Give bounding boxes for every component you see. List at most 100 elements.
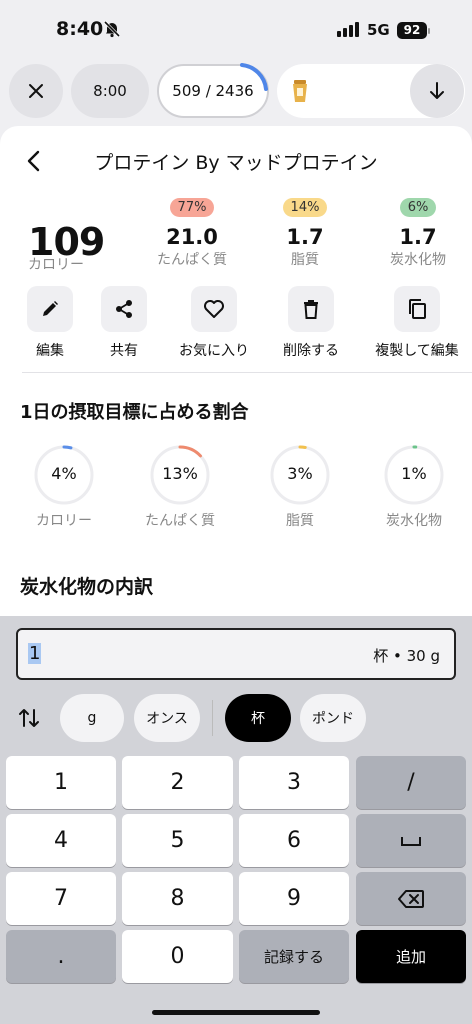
action-label: 複製して編集 [375,343,459,359]
pencil-icon [43,301,58,316]
macro-percent-badge: 14% [282,198,328,217]
key-4[interactable]: 4 [6,814,116,867]
favorite-button[interactable]: お気に入り [164,286,264,360]
macro-value: 1.7 [286,225,324,249]
food-detail-sheet: プロテイン By マッドプロテイン 109 カロリー 77% 21.0 たんぱく… [0,126,472,616]
battery-cap [428,28,430,34]
unit-label: g [87,710,97,726]
food-title: プロテイン By マッドプロテイン [94,152,378,174]
quantity-value: 1 [28,643,42,664]
key-3[interactable]: 3 [239,756,349,809]
heart-icon [204,300,224,318]
close-icon [29,84,43,98]
backspace-icon [398,889,424,908]
unit-label: オンス [146,711,188,727]
key-8[interactable]: 8 [122,872,233,925]
macro-summary: 109 カロリー 77% 21.0 たんぱく質 14% 1.7 脂質 6% 1.… [0,196,472,276]
unit-label: ポンド [312,711,354,727]
macro-carbs: 6% 1.7 炭水化物 [363,196,472,269]
delete-icon-box [288,286,334,332]
network-label: 5G [367,21,390,39]
bell-muted-icon [103,20,121,38]
swap-sort-icon[interactable] [18,706,40,730]
key-space[interactable] [356,814,466,867]
key-slash[interactable]: / [356,756,466,809]
action-label: 削除する [283,343,339,359]
key-1[interactable]: 1 [6,756,116,809]
edit-icon-box [27,286,73,332]
ring-label: たんぱく質 [145,513,215,529]
ring-label: カロリー [36,513,92,529]
meal-time-label: 8:00 [93,82,127,100]
share-icon-box [101,286,147,332]
macro-percent-badge: 77% [169,198,215,217]
quantity-keyboard-panel: 1 杯 • 30 g g オンス 杯 ポンド 1 2 3 / 4 5 6 7 8… [0,616,472,1024]
status-time: 8:40 [56,18,104,40]
goal-ring-item: 1% 炭水化物 [354,444,472,530]
macro-protein: 77% 21.0 たんぱく質 [137,196,247,269]
sheet-header: プロテイン By マッドプロテイン [0,146,472,176]
share-button[interactable]: 共有 [74,286,174,360]
meal-time-button[interactable]: 8:00 [71,64,149,118]
unit-label: 杯 [251,711,265,727]
quantity-input[interactable]: 1 杯 • 30 g [16,628,456,680]
unit-cup-button[interactable]: 杯 [225,694,291,742]
battery-icon: 92 [397,22,427,39]
status-bar: 8:40 5G 92 [0,0,472,62]
ring-percent: 13% [162,464,198,483]
carb-breakdown-title: 炭水化物の内訳 [20,576,154,598]
key-2[interactable]: 2 [122,756,233,809]
goal-ring-item: 13% たんぱく質 [120,444,240,530]
top-bar: 8:00 509 / 2436 [0,63,472,120]
signal-icon [337,22,359,37]
goal-ring-item: 4% カロリー [4,444,124,530]
collapse-button[interactable] [410,64,464,118]
macro-fat: 14% 1.7 脂質 [250,196,360,269]
unit-separator [212,700,213,736]
ring-label: 炭水化物 [386,513,442,529]
unit-selector: g オンス 杯 ポンド [0,694,472,742]
unit-ounce-button[interactable]: オンス [134,694,200,742]
close-button[interactable] [9,64,63,118]
action-row: 編集 共有 お気に入り 削除する 複製して編集 [0,286,472,361]
calorie-label: カロリー [28,257,84,273]
log-button[interactable]: 記録する [239,930,349,983]
key-backspace[interactable] [356,872,466,925]
duplicate-icon-box [394,286,440,332]
ring-percent: 1% [401,464,427,483]
key-0[interactable]: 0 [122,930,233,983]
arrow-down-icon [430,82,444,99]
key-decimal[interactable]: . [6,930,116,983]
key-7[interactable]: 7 [6,872,116,925]
copy-icon [409,299,426,319]
key-9[interactable]: 9 [239,872,349,925]
daily-goal-rings: 4% カロリー 13% たんぱく質 3% 脂質 1% 炭水化物 [0,444,472,534]
add-button[interactable]: 追加 [356,930,466,983]
ring-label: 脂質 [286,513,314,529]
key-6[interactable]: 6 [239,814,349,867]
space-icon [401,836,421,846]
macro-label: 脂質 [291,252,319,268]
favorite-icon-box [191,286,237,332]
macro-label: 炭水化物 [390,252,446,268]
goal-ring-item: 3% 脂質 [240,444,360,530]
trash-icon [304,300,318,319]
macro-percent-badge: 6% [399,198,437,217]
section-divider [22,372,472,373]
unit-pound-button[interactable]: ポンド [300,694,366,742]
unit-gram-button[interactable]: g [60,694,124,742]
delete-button[interactable]: 削除する [261,286,361,360]
ring-percent: 3% [287,464,313,483]
calorie-progress-arc [240,63,268,91]
share-icon [116,300,132,318]
ring-percent: 4% [51,464,77,483]
key-5[interactable]: 5 [122,814,233,867]
macro-value: 1.7 [399,225,437,249]
duplicate-edit-button[interactable]: 複製して編集 [367,286,467,360]
daily-goal-title: 1日の摂取目標に占める割合 [20,402,249,423]
action-label: お気に入り [179,343,249,359]
quantity-unit: 杯 • 30 g [373,647,440,665]
home-indicator [152,1010,320,1015]
action-label: 共有 [110,343,138,359]
macro-label: たんぱく質 [157,252,227,268]
